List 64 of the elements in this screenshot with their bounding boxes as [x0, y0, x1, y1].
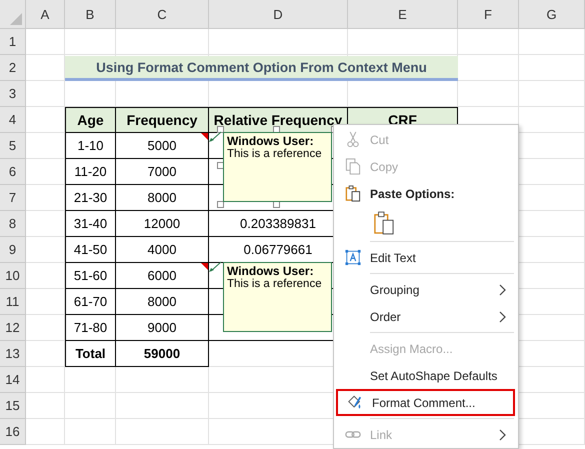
scissors-icon — [345, 131, 361, 148]
row-header[interactable]: 7 — [0, 185, 26, 211]
connector-arrow — [208, 131, 222, 143]
table-cell: 11-20 — [65, 159, 116, 185]
table-cell: 59000 — [116, 341, 209, 367]
table-cell: 12000 — [116, 211, 209, 237]
comment-text: This is a reference — [227, 148, 323, 160]
table-cell: Total — [65, 341, 116, 367]
row-header[interactable]: 16 — [0, 419, 26, 445]
row-header[interactable]: 14 — [0, 367, 26, 393]
table-cell: 8000 — [116, 289, 209, 315]
menu-item[interactable]: Order — [336, 303, 515, 330]
column-header[interactable]: G — [519, 0, 585, 29]
table-cell: 31-40 — [65, 211, 116, 237]
text-box-icon — [345, 249, 361, 266]
table-cell: 41-50 — [65, 237, 116, 263]
comment-author: Windows User: — [227, 134, 315, 148]
menu-item[interactable]: Grouping — [336, 276, 515, 303]
row-header[interactable]: 3 — [0, 81, 26, 107]
comment-box[interactable]: Windows User: This is a reference — [223, 262, 332, 332]
column-header[interactable]: C — [116, 0, 209, 29]
row-header[interactable]: 8 — [0, 211, 26, 237]
menu-heading: Paste Options: — [370, 186, 455, 200]
comment-box[interactable]: Windows User: This is a reference — [223, 132, 332, 202]
table-cell: 8000 — [116, 185, 209, 211]
column-header[interactable]: F — [458, 0, 519, 29]
row-header[interactable]: 1 — [0, 29, 26, 55]
table-cell: 21-30 — [65, 185, 116, 211]
comment-text: This is a reference — [227, 278, 323, 290]
table-cell: 9000 — [116, 315, 209, 341]
header-cell: Frequency — [116, 107, 209, 133]
row-header[interactable]: 15 — [0, 393, 26, 419]
row-header[interactable]: 2 — [0, 55, 26, 81]
table-cell: 6000 — [116, 263, 209, 289]
column-header[interactable]: B — [65, 0, 116, 29]
header-cell: Age — [65, 107, 116, 133]
column-header[interactable]: E — [348, 0, 458, 29]
connector-arrow — [208, 261, 222, 273]
clipboard-icon — [345, 185, 361, 202]
row-header[interactable]: 5 — [0, 133, 26, 159]
row-header[interactable]: 4 — [0, 107, 26, 133]
menu-item[interactable]: Format Comment... — [336, 389, 515, 416]
table-cell: 51-60 — [65, 263, 116, 289]
row-header[interactable]: 10 — [0, 263, 26, 289]
column-header[interactable]: A — [26, 0, 65, 29]
table-cell: 5000 — [116, 133, 209, 159]
table-cell: 71-80 — [65, 315, 116, 341]
corner-triangle-icon — [10, 13, 22, 25]
column-header[interactable]: D — [209, 0, 348, 29]
row-header[interactable]: 12 — [0, 315, 26, 341]
table-cell: 7000 — [116, 159, 209, 185]
menu-item[interactable]: Set AutoShape Defaults — [336, 362, 515, 389]
table-cell: 61-70 — [65, 289, 116, 315]
header-cell: Relative Frequency — [209, 107, 348, 133]
row-header[interactable]: 13 — [0, 341, 26, 367]
table-cell: 1-10 — [65, 133, 116, 159]
paint-bucket-icon — [347, 394, 363, 411]
sheet-title: Using Format Comment Option From Context Menu — [65, 56, 458, 81]
table-cell: 4000 — [116, 237, 209, 263]
comment-author: Windows User: — [227, 264, 315, 278]
row-header[interactable]: 11 — [0, 289, 26, 315]
row-header[interactable]: 9 — [0, 237, 26, 263]
copy-icon — [345, 158, 361, 175]
row-header[interactable]: 6 — [0, 159, 26, 185]
